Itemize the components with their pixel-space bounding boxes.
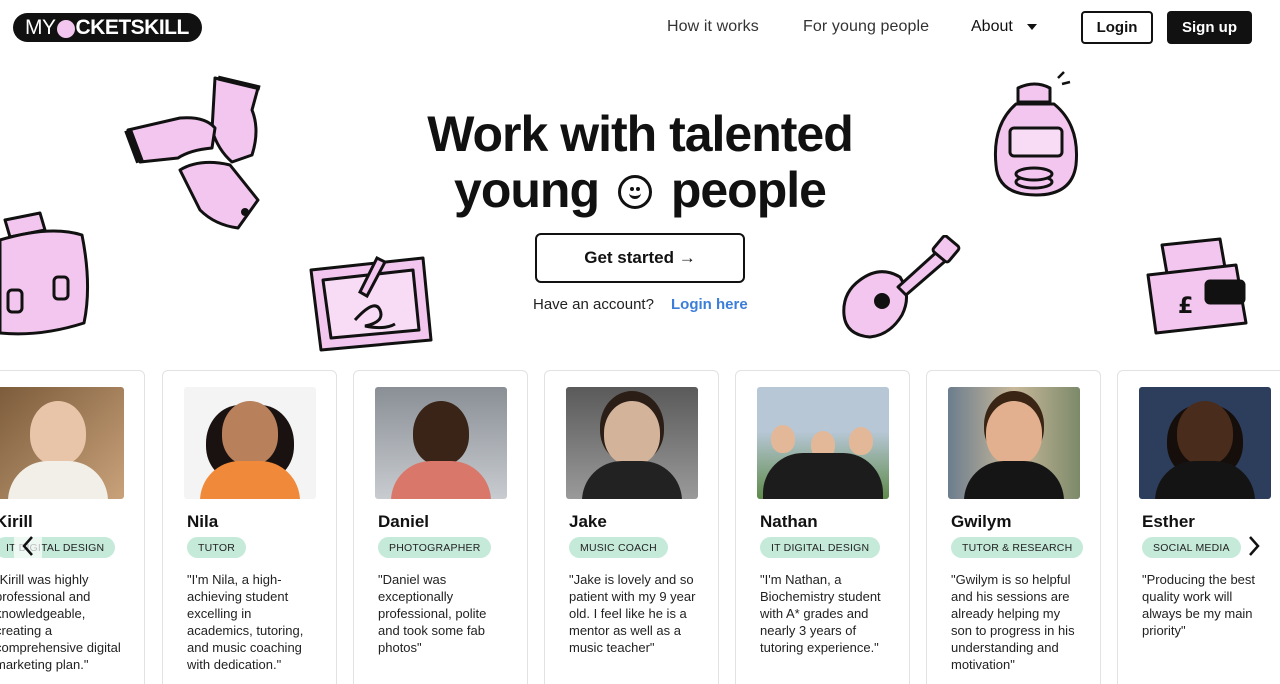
login-button[interactable]: Login bbox=[1081, 11, 1153, 44]
profile-card-daniel[interactable]: Daniel PHOTOGRAPHER "Daniel was exceptio… bbox=[353, 370, 528, 684]
logo-text-left: MY bbox=[25, 15, 56, 39]
profile-tag: PHOTOGRAPHER bbox=[378, 537, 492, 558]
nav-about-dropdown[interactable]: About bbox=[971, 18, 1037, 36]
nav-for-young-people[interactable]: For young people bbox=[803, 18, 929, 36]
profile-tag: SOCIAL MEDIA bbox=[1142, 537, 1241, 558]
signup-button[interactable]: Sign up bbox=[1167, 11, 1252, 44]
profile-name: Nila bbox=[187, 512, 219, 531]
hero-heading-line1: Work with talented bbox=[427, 106, 854, 162]
hero-heading-word-young: young bbox=[454, 162, 600, 218]
profile-name: Gwilym bbox=[951, 512, 1012, 531]
carousel-next-button[interactable] bbox=[1240, 532, 1268, 560]
chevron-left-icon bbox=[22, 536, 33, 556]
profile-quote: "Gwilym is so helpful and his sessions a… bbox=[951, 572, 1075, 672]
logo-pocket-icon bbox=[56, 19, 75, 38]
profile-name: Esther bbox=[1142, 512, 1195, 531]
profile-photo bbox=[757, 387, 889, 499]
profile-name: Jake bbox=[569, 512, 607, 531]
profile-quote: "I'm Nila, a high-achieving student exce… bbox=[187, 572, 304, 672]
hands-illustration bbox=[124, 75, 261, 230]
profile-tag: MUSIC COACH bbox=[569, 537, 668, 558]
nav-how-it-works[interactable]: How it works bbox=[667, 18, 759, 36]
nav-about-label: About bbox=[971, 18, 1013, 35]
guitar-illustration bbox=[842, 235, 961, 339]
have-account-text: Have an account? bbox=[533, 296, 654, 313]
site-header: MY CKETSKILL How it works For young peop… bbox=[0, 0, 1280, 56]
profile-card-nila[interactable]: Nila TUTOR "I'm Nila, a high-achieving s… bbox=[162, 370, 337, 684]
bag-illustration bbox=[0, 211, 90, 336]
profile-photo bbox=[566, 387, 698, 499]
hero-heading-word-people: people bbox=[670, 162, 827, 218]
smiley-icon bbox=[617, 175, 652, 209]
tablet-illustration bbox=[309, 255, 433, 352]
profile-name: Nathan bbox=[760, 512, 818, 531]
profile-quote: "Daniel was exceptionally professional, … bbox=[378, 572, 487, 655]
profile-photo bbox=[0, 387, 124, 499]
login-here-link[interactable]: Login here bbox=[671, 296, 748, 313]
profile-quote: "Producing the best quality work will al… bbox=[1142, 572, 1256, 638]
profile-tag: TUTOR & RESEARCH bbox=[951, 537, 1084, 558]
hero-heading: Work with talented young people bbox=[340, 106, 940, 218]
chevron-down-icon bbox=[1026, 24, 1037, 30]
profile-card-kirill[interactable]: Kirill IT DIGITAL DESIGN "Kirill was hig… bbox=[0, 370, 145, 684]
carousel-prev-button[interactable] bbox=[14, 532, 42, 560]
profile-card-esther[interactable]: Esther SOCIAL MEDIA "Producing the best … bbox=[1117, 370, 1280, 684]
logo[interactable]: MY CKETSKILL bbox=[13, 13, 202, 42]
jar-illustration bbox=[993, 71, 1079, 197]
profile-tag: IT DIGITAL DESIGN bbox=[760, 537, 881, 558]
profile-card-jake[interactable]: Jake MUSIC COACH "Jake is lovely and so … bbox=[544, 370, 719, 684]
profile-quote: "Jake is lovely and so patient with my 9… bbox=[569, 572, 696, 655]
profile-tag: TUTOR bbox=[187, 537, 246, 558]
profile-quote: "I'm Nathan, a Biochemistry student with… bbox=[760, 572, 881, 655]
chevron-right-icon bbox=[1249, 536, 1260, 556]
profile-name: Daniel bbox=[378, 512, 430, 531]
wallet-illustration: £ bbox=[1146, 237, 1248, 335]
profile-card-nathan[interactable]: Nathan IT DIGITAL DESIGN "I'm Nathan, a … bbox=[735, 370, 910, 684]
svg-text:£: £ bbox=[1178, 294, 1193, 319]
profile-photo bbox=[184, 387, 316, 499]
profile-photo bbox=[375, 387, 507, 499]
hero-heading-line2: young people bbox=[340, 162, 940, 218]
logo-text-right: CKETSKILL bbox=[75, 15, 190, 39]
profile-name: Kirill bbox=[0, 512, 33, 531]
profile-quote: "Kirill was highly professional and know… bbox=[0, 572, 121, 672]
profile-photo bbox=[1139, 387, 1271, 499]
get-started-button[interactable]: Get started → bbox=[535, 233, 745, 283]
profile-card-gwilym[interactable]: Gwilym TUTOR & RESEARCH "Gwilym is so he… bbox=[926, 370, 1101, 684]
profile-photo bbox=[948, 387, 1080, 499]
